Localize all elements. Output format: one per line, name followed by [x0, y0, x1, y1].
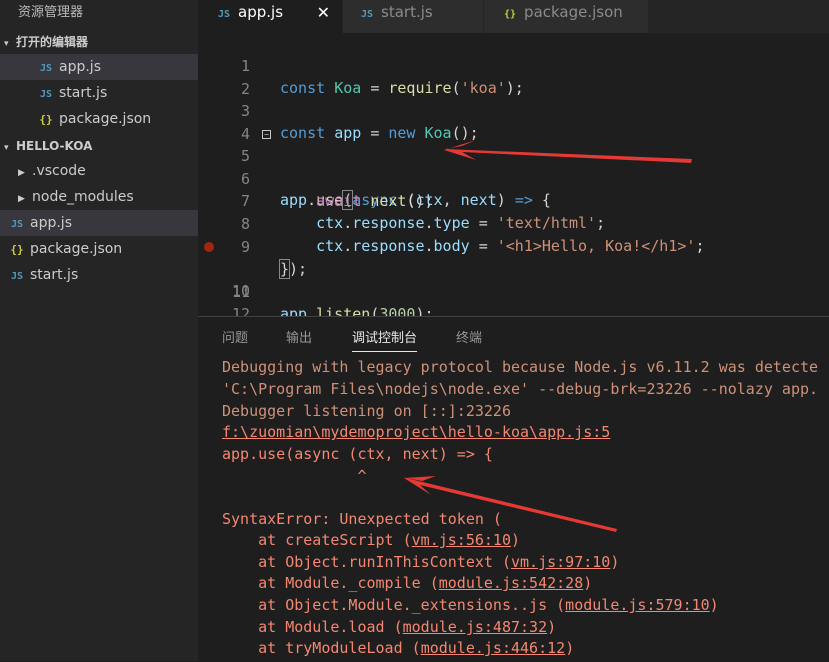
folder-item-node-modules[interactable]: ▶ node_modules: [0, 184, 198, 210]
console-line: SyntaxError: Unexpected token (: [222, 510, 502, 528]
folder-label: node_modules: [32, 189, 134, 205]
file-label: start.js: [30, 267, 79, 283]
code-line: 10: [198, 236, 829, 300]
explorer-sidebar: 资源管理器 ▾ 打开的编辑器 JS app.js JS start.js {} pack…: [0, 0, 198, 661]
tab-label: start.js: [381, 3, 433, 21]
file-label: package.json: [30, 241, 123, 257]
file-label: app.js: [30, 215, 72, 231]
chevron-down-icon: ▾: [4, 39, 9, 49]
code-line: 8 ctx.response.body = '<h1>Hello, Koa!</…: [198, 191, 829, 255]
console-line: at Object.runInThisContext (vm.js:97:10): [222, 553, 620, 571]
chevron-right-icon: ▶: [18, 168, 25, 178]
folder-item-vscode[interactable]: ▶ .vscode: [0, 158, 198, 184]
explorer-title: 资源管理器: [18, 5, 84, 20]
stack-trace-link[interactable]: module.js:579:10: [565, 596, 710, 614]
js-file-icon: JS: [39, 89, 53, 100]
json-file-icon: {}: [39, 113, 53, 126]
bottom-panel: 问题 输出 调试控制台 终端 Debugging with legacy pro…: [198, 316, 829, 662]
open-editor-item-app-js[interactable]: JS app.js: [0, 54, 198, 80]
console-link[interactable]: f:\zuomian\mydemoproject\hello-koa\app.j…: [222, 421, 610, 443]
console-line: at Object.Module._extensions..js (module…: [222, 596, 719, 614]
open-editor-label: app.js: [59, 59, 101, 75]
json-file-icon: {}: [10, 243, 24, 256]
fold-icon[interactable]: −: [262, 130, 271, 139]
tab-label: app.js: [238, 3, 284, 21]
folder-label: .vscode: [32, 163, 86, 179]
stack-trace-link[interactable]: module.js:542:28: [439, 574, 584, 592]
tab-package-json[interactable]: {} package.json: [484, 0, 648, 33]
code-line: 6 await next();: [198, 146, 829, 210]
console-line: 'C:\Program Files\nodejs\node.exe' --deb…: [222, 380, 819, 398]
tab-start-js[interactable]: JS start.js: [343, 0, 483, 33]
code-line: 2: [198, 56, 829, 98]
code-line: 4: [198, 101, 829, 143]
json-file-icon: {}: [504, 9, 517, 20]
js-file-icon: JS: [361, 9, 374, 20]
file-item-package-json[interactable]: {} package.json: [0, 236, 198, 262]
stack-trace-link[interactable]: module.js:446:12: [421, 639, 566, 657]
js-file-icon: JS: [10, 219, 24, 230]
open-editors-section[interactable]: ▾ 打开的编辑器: [0, 30, 198, 54]
open-editor-item-start-js[interactable]: JS start.js: [0, 80, 198, 106]
console-line: ^: [222, 467, 367, 485]
code-line: 1 const Koa = require('koa');: [198, 33, 829, 97]
code-line: 9 });: [198, 214, 829, 279]
code-editor[interactable]: 1 const Koa = require('koa'); 2 3 const …: [198, 33, 829, 345]
stack-trace-link[interactable]: vm.js:97:10: [511, 553, 610, 571]
open-editor-label: package.json: [59, 111, 152, 127]
code-line: 7 ctx.response.type = 'text/html';: [198, 168, 829, 232]
js-file-icon: JS: [218, 9, 231, 20]
breakpoint-icon[interactable]: [204, 242, 214, 252]
console-line: at Module._compile (module.js:542:28): [222, 574, 593, 592]
console-line: at Module.load (module.js:487:32): [222, 618, 557, 636]
code-line: 11 app.listen(3000);: [198, 259, 829, 323]
tab-problems[interactable]: 问题: [222, 327, 248, 351]
tab-output[interactable]: 输出: [286, 327, 312, 351]
code-line: 3 const app = new Koa();: [198, 78, 829, 142]
file-item-start-js[interactable]: JS start.js: [0, 262, 198, 288]
tab-terminal[interactable]: 终端: [456, 327, 482, 351]
close-icon[interactable]: ✕: [317, 0, 330, 25]
code-line: 12 console.log('app started at port 3000…: [198, 281, 829, 345]
js-file-icon: JS: [10, 271, 24, 282]
workspace-section[interactable]: ▾ HELLO-KOA: [0, 134, 198, 158]
open-editors-label: 打开的编辑器: [16, 35, 89, 49]
open-editor-label: start.js: [59, 85, 108, 101]
stack-trace-link[interactable]: module.js:487:32: [403, 618, 548, 636]
console-line: app.use(async (ctx, next) => {: [222, 445, 493, 463]
console-line: Debugger listening on [::]:23226: [222, 402, 511, 420]
chevron-down-icon: ▾: [4, 143, 9, 153]
chevron-right-icon: ▶: [18, 194, 25, 204]
editor-tab-bar: JS app.js ✕ JS start.js {} package.json: [198, 0, 829, 33]
file-item-app-js[interactable]: JS app.js: [0, 210, 198, 236]
tab-app-js[interactable]: JS app.js ✕: [198, 0, 342, 33]
stack-trace-link[interactable]: vm.js:56:10: [412, 531, 511, 549]
tab-label: package.json: [524, 3, 623, 21]
open-editor-item-package-json[interactable]: {} package.json: [0, 106, 198, 132]
console-line: at tryModuleLoad (module.js:446:12): [222, 639, 575, 657]
js-file-icon: JS: [39, 63, 53, 74]
console-line: Debugging with legacy protocol because N…: [222, 358, 819, 376]
code-line: 5 − app.use(async (ctx, next) => {: [198, 123, 829, 210]
tab-debug-console[interactable]: 调试控制台: [352, 327, 418, 352]
console-line: at createScript (vm.js:56:10): [222, 531, 521, 549]
workspace-label: HELLO-KOA: [16, 139, 93, 153]
